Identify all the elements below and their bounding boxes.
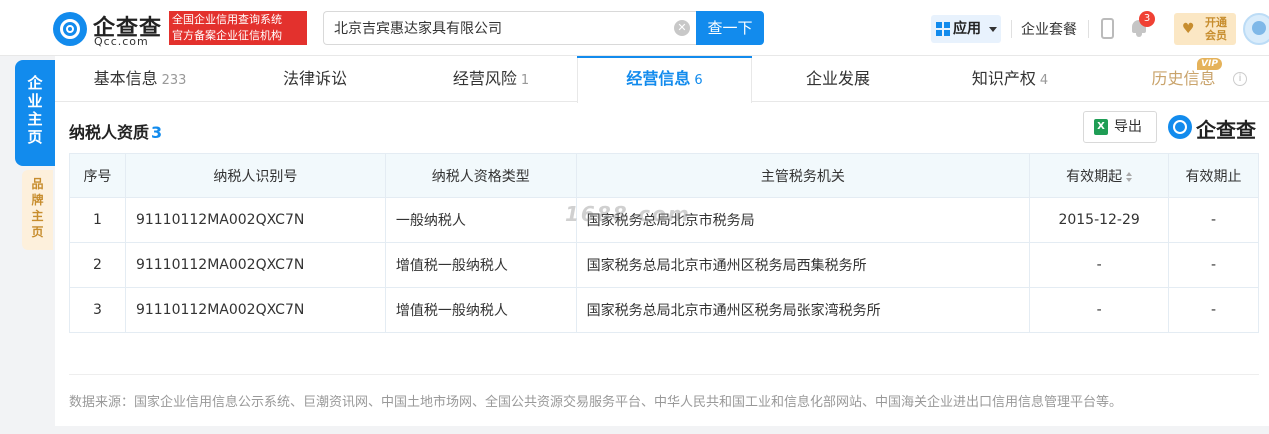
company-home-label: 企业主页 [27, 74, 43, 146]
vip-label-line-2: 会员 [1205, 29, 1227, 42]
export-button[interactable]: X 导出 [1083, 111, 1157, 143]
table-cell: 1 [69, 197, 126, 243]
tab-development[interactable]: 企业发展 [752, 56, 924, 102]
clear-search-icon[interactable]: ✕ [674, 20, 690, 36]
tab-count: 6 [694, 73, 703, 88]
section-title: 纳税人资质 3 [69, 119, 162, 143]
excel-icon: X [1094, 119, 1108, 135]
tab-count: 4 [1039, 73, 1049, 88]
table-cell: 2015-12-29 [1029, 197, 1170, 243]
user-avatar[interactable] [1243, 13, 1269, 45]
vip-tag: VIP [1197, 58, 1222, 70]
table-cell: 一般纳税人 [384, 197, 577, 243]
divider [1088, 20, 1089, 38]
table-cell: 国家税务总局北京市通州区税务局张家湾税务所 [575, 287, 1031, 333]
column-header: 序号 [69, 153, 126, 198]
table-cell: 国家税务总局北京市通州区税务局西集税务所 [575, 242, 1031, 288]
export-label: 导出 [1114, 119, 1142, 135]
table-cell: - [1168, 197, 1259, 243]
tab-label: 法律诉讼 [282, 69, 347, 88]
top-navigation-bar: 企查查 Qcc.com 全国企业信用查询系统 官方备案企业征信机构 ✕ 查一下 … [0, 0, 1269, 56]
enterprise-package-link[interactable]: 企业套餐 [1021, 19, 1077, 39]
table-cell: - [1029, 242, 1170, 288]
table-cell: 增值税一般纳税人 [384, 242, 577, 288]
tab-business-risk[interactable]: 经营风险 1 [405, 56, 577, 102]
tab-operation-info[interactable]: 经营信息 6 [577, 56, 752, 103]
tab-company-home[interactable]: 企业主页 [15, 60, 55, 166]
chevron-down-icon [989, 27, 997, 32]
section-tabs: 基本信息 233 法律诉讼 经营风险 1 经营信息 6 企业发展 知识产权 4 历史信息… [55, 56, 1269, 103]
open-vip-button[interactable]: ♥ 开通 会员 [1174, 13, 1236, 45]
notification-count-badge: 3 [1139, 11, 1155, 27]
column-header: 主管税务机关 [575, 153, 1031, 198]
mobile-phone-icon[interactable] [1101, 18, 1114, 39]
table-row: 2 91110112MA002QXC7N 增值税一般纳税人 国家税务总局北京市通… [69, 242, 1259, 288]
certification-badge: 全国企业信用查询系统 官方备案企业征信机构 [169, 11, 307, 45]
column-header-sortable[interactable]: 有效期起 [1029, 153, 1170, 198]
column-header: 有效期止 [1168, 153, 1259, 198]
tab-label: 历史信息 [1151, 69, 1216, 88]
qcc-logo-icon[interactable] [53, 12, 87, 46]
column-header: 纳税人识别号 [124, 153, 386, 198]
tab-label: 企业发展 [805, 69, 870, 88]
brand-home-label: 品牌主页 [31, 177, 44, 239]
table-cell: 增值税一般纳税人 [384, 287, 577, 333]
tab-label: 基本信息 [93, 69, 158, 88]
table-cell: 91110112MA002QXC7N [124, 287, 386, 333]
apps-label: 应用 [953, 21, 981, 37]
divider [69, 374, 1259, 375]
grid-icon [936, 22, 950, 36]
logo-subtitle: Qcc.com [94, 35, 149, 48]
table-cell: - [1029, 287, 1170, 333]
tab-label: 经营风险 [452, 69, 517, 88]
table-cell: - [1168, 287, 1259, 333]
vip-label-line-1: 开通 [1205, 16, 1227, 29]
badge-line-1: 全国企业信用查询系统 [172, 13, 282, 26]
column-header: 纳税人资格类型 [384, 153, 577, 198]
data-source-note: 数据来源：国家企业信用信息公示系统、巨潮资讯网、中国土地市场网、全国公共资源交易… [69, 395, 1123, 410]
heart-icon: ♥ [1182, 21, 1195, 37]
table-cell: - [1168, 242, 1259, 288]
main-panel: 基本信息 233 法律诉讼 经营风险 1 经营信息 6 企业发展 知识产权 4 历史信息… [55, 56, 1269, 426]
tab-legal[interactable]: 法律诉讼 [225, 56, 405, 102]
section-count: 3 [151, 123, 163, 142]
table-row: 3 91110112MA002QXC7N 增值税一般纳税人 国家税务总局北京市通… [69, 287, 1259, 333]
vip-label: 开通 会员 [1205, 16, 1233, 42]
tab-count: 233 [161, 73, 187, 88]
tab-label: 知识产权 [971, 69, 1036, 88]
table-cell: 91110112MA002QXC7N [124, 197, 386, 243]
tab-label: 经营信息 [626, 69, 691, 88]
watermark: 1688.com [565, 202, 691, 226]
section-title-text: 纳税人资质 [69, 123, 150, 142]
tab-brand-home[interactable]: 品牌主页 [22, 170, 53, 250]
badge-line-2: 官方备案企业征信机构 [172, 29, 282, 42]
tab-intellectual-property[interactable]: 知识产权 4 [924, 56, 1096, 102]
brand-text: 企查查 [1196, 118, 1256, 142]
search-box: ✕ [323, 11, 696, 45]
qcc-logo-icon [1168, 115, 1192, 139]
info-icon[interactable]: i [1233, 72, 1247, 86]
table-cell: 2 [69, 242, 126, 288]
apps-menu-button[interactable]: 应用 [931, 15, 1001, 43]
taxpayer-qualification-table: 序号 纳税人识别号 纳税人资格类型 主管税务机关 有效期起 有效期止 1 911… [69, 153, 1259, 333]
sort-icon[interactable] [1126, 171, 1133, 182]
search-input[interactable] [334, 12, 664, 44]
table-cell: 91110112MA002QXC7N [124, 242, 386, 288]
search-button[interactable]: 查一下 [696, 11, 764, 45]
tab-count: 1 [520, 73, 530, 88]
tab-basic-info[interactable]: 基本信息 233 [55, 56, 225, 102]
table-header-row: 序号 纳税人识别号 纳税人资格类型 主管税务机关 有效期起 有效期止 [69, 153, 1259, 198]
column-header-label: 有效期起 [1066, 168, 1123, 185]
table-cell: 3 [69, 287, 126, 333]
divider [1011, 20, 1012, 38]
